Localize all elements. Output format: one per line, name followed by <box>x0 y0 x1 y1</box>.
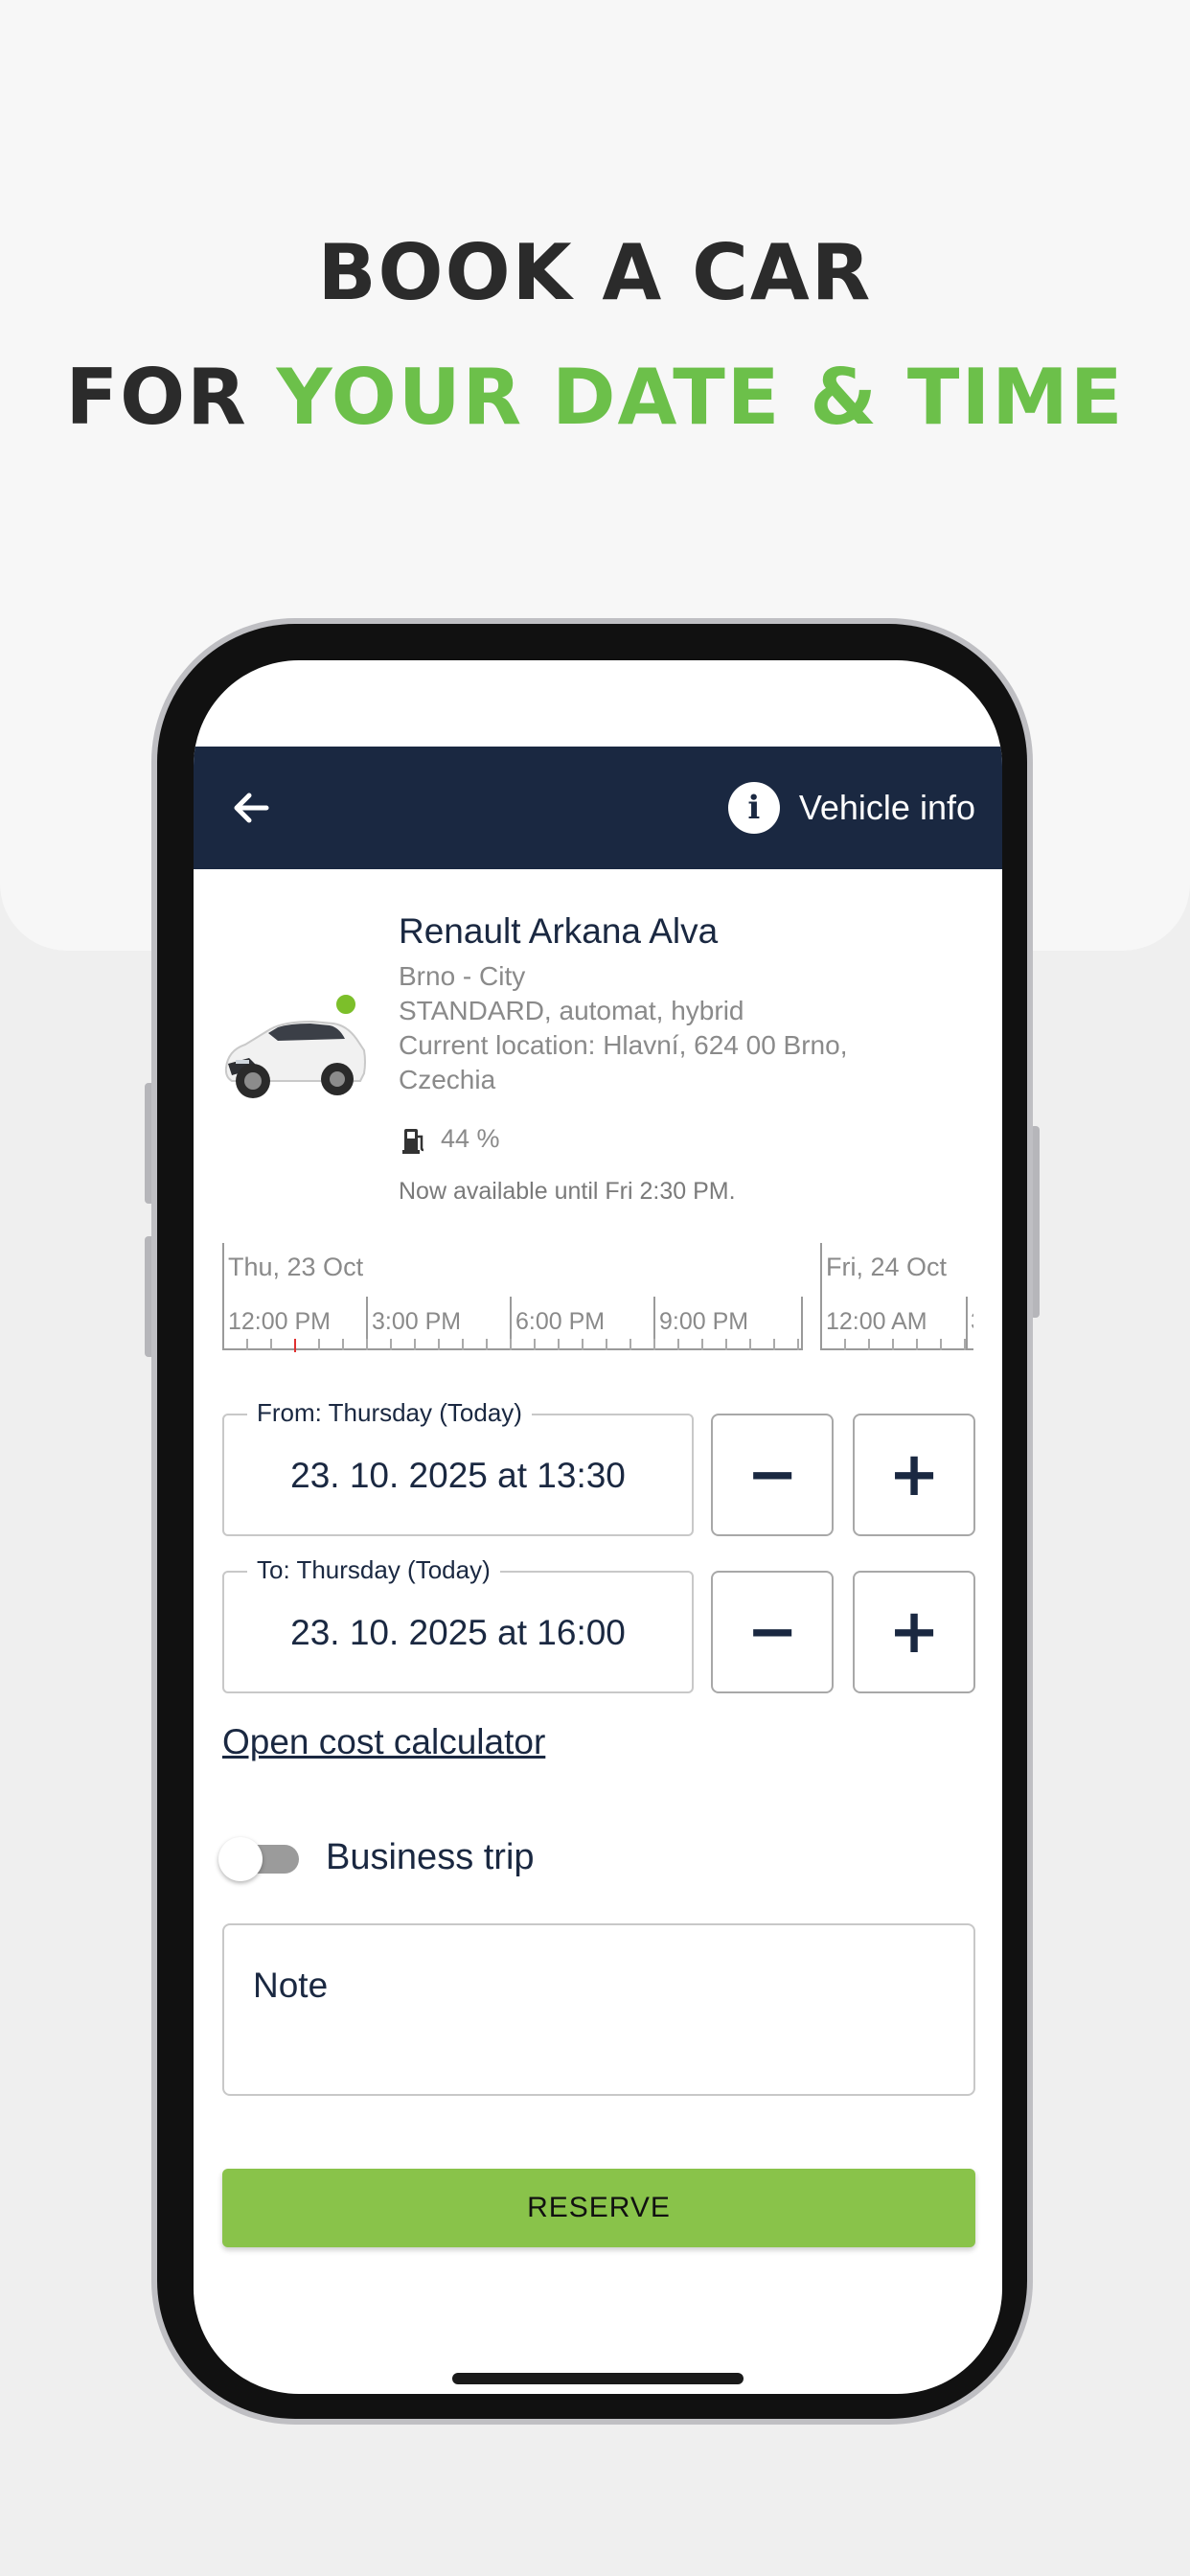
vehicle-info-button[interactable]: i Vehicle info <box>727 781 975 835</box>
timeline-tick <box>749 1339 751 1350</box>
timeline-tick <box>270 1339 272 1350</box>
phone-frame: i Vehicle info Renault Arkana Alva Brno … <box>151 618 1033 2425</box>
vehicle-location: Current location: Hlavní, 624 00 Brno, <box>399 1030 848 1060</box>
timeline-hour-label: 12:00 PM <box>228 1308 332 1335</box>
timeline-tick <box>868 1339 870 1350</box>
timeline-tick <box>534 1339 536 1350</box>
timeline-tick <box>510 1339 512 1350</box>
timeline-tick <box>725 1339 727 1350</box>
timeline-tick <box>366 1339 368 1350</box>
timeline-tick <box>462 1339 464 1350</box>
to-datetime-label: To: Thursday (Today) <box>247 1555 500 1585</box>
timeline-tick <box>486 1339 488 1350</box>
note-field[interactable]: Note <box>222 1923 975 2096</box>
timeline-hour-label: 12:00 AM <box>826 1308 927 1335</box>
timeline-tick <box>246 1339 248 1350</box>
timeline-hour-label: 9:00 PM <box>659 1308 749 1335</box>
timeline-tick <box>318 1339 320 1350</box>
vehicle-city: Brno - City <box>399 961 526 991</box>
timeline-tick <box>940 1339 942 1350</box>
from-increment-button[interactable]: + <box>853 1414 975 1536</box>
timeline-tick <box>892 1339 894 1350</box>
timeline-day-label: Fri, 24 Oct <box>826 1253 948 1281</box>
fuel-pump-icon <box>402 1128 424 1154</box>
fuel-percentage: 44 % <box>441 1124 500 1153</box>
fuel-level: 44 % <box>402 1124 500 1154</box>
promo-headline-prefix: FOR <box>65 353 248 442</box>
timeline-axis <box>222 1348 803 1350</box>
timeline-tick <box>629 1339 631 1350</box>
vehicle-name: Renault Arkana Alva <box>399 911 719 951</box>
timeline-tick <box>390 1339 392 1350</box>
app-screen: i Vehicle info Renault Arkana Alva Brno … <box>194 660 1002 2394</box>
open-cost-calculator-link[interactable]: Open cost calculator <box>222 1722 545 1762</box>
timeline-tick <box>701 1339 703 1350</box>
toggle-knob <box>218 1837 263 1881</box>
timeline-tick <box>773 1339 775 1350</box>
timeline-day-label: Thu, 23 Oct <box>228 1253 364 1281</box>
timeline-tick <box>916 1339 918 1350</box>
business-trip-toggle[interactable] <box>218 1837 299 1881</box>
timeline-tick <box>844 1339 846 1350</box>
timeline-hour-label: 3:00 PM <box>372 1308 462 1335</box>
availability-text: Now available until Fri 2:30 PM. <box>399 1178 736 1205</box>
timeline-axis <box>820 1348 973 1350</box>
to-decrement-button[interactable]: − <box>711 1571 834 1693</box>
business-trip-label: Business trip <box>326 1837 535 1877</box>
timeline-tick <box>606 1339 607 1350</box>
timeline-tick <box>677 1339 679 1350</box>
vehicle-location-country: Czechia <box>399 1065 496 1094</box>
promo-headline-line2: FOR YOUR DATE & TIME <box>0 353 1190 442</box>
from-datetime-value: 23. 10. 2025 at 13:30 <box>290 1456 626 1495</box>
reserve-button[interactable]: RESERVE <box>222 2169 975 2247</box>
phone-bezel: i Vehicle info Renault Arkana Alva Brno … <box>157 624 1027 2419</box>
timeline-tick <box>414 1339 416 1350</box>
timeline-tick <box>342 1339 344 1350</box>
app-bar: i Vehicle info <box>194 747 1002 869</box>
timeline-tick <box>438 1339 440 1350</box>
promo-headline-accent: YOUR DATE & TIME <box>276 353 1125 442</box>
timeline-day-separator <box>820 1243 822 1350</box>
to-datetime-field[interactable]: To: Thursday (Today) 23. 10. 2025 at 16:… <box>222 1555 694 1693</box>
from-datetime-field[interactable]: From: Thursday (Today) 23. 10. 2025 at 1… <box>222 1398 694 1536</box>
promo-headline-line1: BOOK A CAR <box>317 228 873 317</box>
from-datetime-label: From: Thursday (Today) <box>247 1398 532 1428</box>
timeline-tick <box>797 1339 799 1350</box>
arrow-left-icon[interactable] <box>228 785 274 831</box>
availability-timeline[interactable]: Thu, 23 Oct 12:00 PM 3:00 PM 6:00 PM 9:0… <box>222 1243 973 1358</box>
info-icon: i <box>727 782 780 834</box>
home-indicator <box>452 2373 744 2384</box>
timeline-hour-label: 6:00 PM <box>515 1308 606 1335</box>
timeline-current-time-marker <box>294 1339 296 1352</box>
to-datetime-value: 23. 10. 2025 at 16:00 <box>290 1613 626 1652</box>
timeline-tick <box>653 1339 655 1350</box>
timeline-hour-marker <box>801 1297 803 1350</box>
timeline-day-separator <box>222 1243 224 1350</box>
vehicle-info-label: Vehicle info <box>798 788 975 827</box>
timeline-hour-label: 3 <box>971 1308 973 1336</box>
availability-status-dot <box>333 992 358 1017</box>
from-decrement-button[interactable]: − <box>711 1414 834 1536</box>
vehicle-specs: STANDARD, automat, hybrid <box>399 996 744 1025</box>
timeline-tick <box>964 1339 966 1350</box>
timeline-hour-marker <box>966 1297 968 1350</box>
to-increment-button[interactable]: + <box>853 1571 975 1693</box>
note-placeholder: Note <box>253 1966 329 2005</box>
timeline-tick <box>582 1339 584 1350</box>
timeline-tick <box>558 1339 560 1350</box>
